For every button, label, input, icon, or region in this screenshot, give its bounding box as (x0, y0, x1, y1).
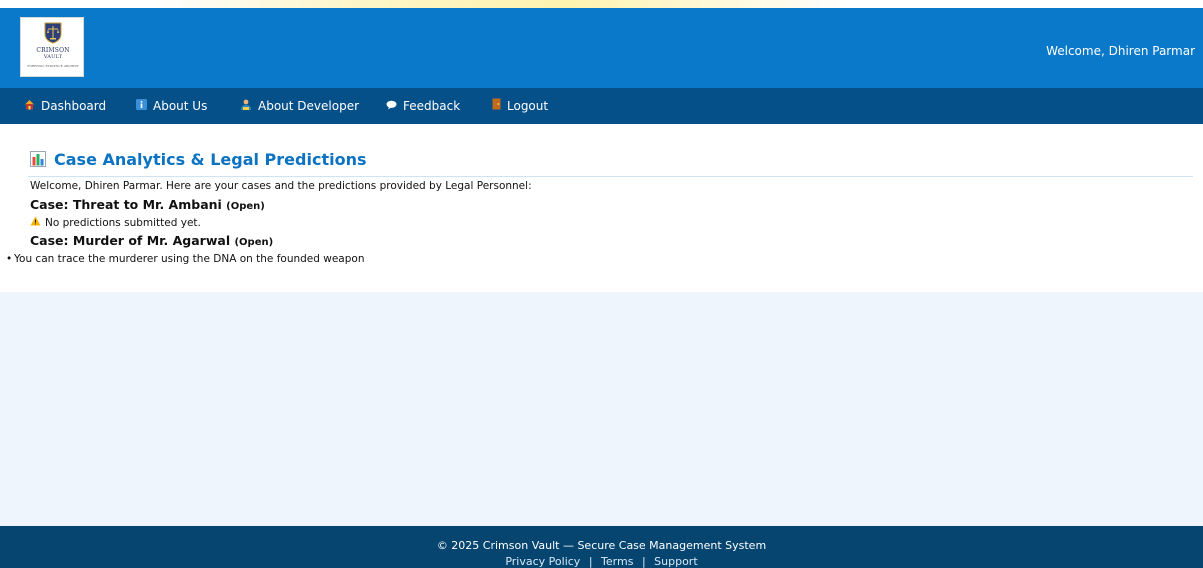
top-strip (0, 0, 1203, 8)
case-title: Case: Murder of Mr. Agarwal (Open) (30, 233, 273, 248)
header-welcome: Welcome, Dhiren Parmar (1046, 44, 1195, 58)
nav-label: Logout (507, 99, 549, 113)
developer-icon (240, 89, 252, 125)
nav-item-about-developer[interactable]: About Developer (240, 88, 359, 124)
nav-item-feedback[interactable]: Feedback (386, 88, 460, 124)
footer-separator: | (641, 555, 646, 568)
top-glow (150, 0, 850, 8)
nav-label: Feedback (403, 99, 461, 113)
nav-label: About Us (153, 99, 208, 113)
footer-links: Privacy Policy | Terms | Support (0, 555, 1203, 568)
terms-link[interactable]: Terms (601, 555, 633, 568)
warning-icon (30, 216, 41, 229)
title-divider (28, 176, 1193, 177)
case-status: (Open) (226, 201, 265, 212)
door-icon (492, 89, 501, 125)
speech-bubble-icon (386, 89, 397, 125)
main-nav: Dashboard About Us About Developer Feedb… (0, 88, 1203, 124)
support-link[interactable]: Support (654, 555, 697, 568)
nav-label: Dashboard (41, 99, 107, 113)
no-predictions-note: No predictions submitted yet. (30, 216, 201, 229)
case-status: (Open) (234, 237, 274, 248)
page-title-text: Case Analytics & Legal Predictions (54, 150, 367, 169)
crimson-vault-logo[interactable]: CRIMSON VAULT FORENSIC EVIDENCE ARCHIVE (20, 17, 84, 77)
no-predictions-text: No predictions submitted yet. (45, 217, 201, 229)
prediction-text: You can trace the murderer using the DNA… (14, 253, 365, 265)
nav-item-dashboard[interactable]: Dashboard (24, 88, 106, 124)
footer-copyright: © 2025 Crimson Vault — Secure Case Manag… (436, 539, 767, 552)
page-title: Case Analytics & Legal Predictions (30, 150, 366, 171)
footer-separator: | (588, 555, 593, 568)
case-title-text: Case: Threat to Mr. Ambani (30, 197, 222, 212)
privacy-policy-link[interactable]: Privacy Policy (505, 555, 580, 568)
logo-tagline: FORENSIC EVIDENCE ARCHIVE (27, 64, 79, 68)
nav-item-about-us[interactable]: About Us (136, 88, 207, 124)
nav-item-logout[interactable]: Logout (492, 88, 548, 124)
nav-label: About Developer (258, 99, 360, 113)
case-title: Case: Threat to Mr. Ambani (Open) (30, 197, 265, 212)
main-content: Case Analytics & Legal Predictions Welco… (0, 124, 1203, 292)
prediction-item: • You can trace the murderer using the DN… (6, 253, 364, 265)
case-title-text: Case: Murder of Mr. Agarwal (30, 233, 231, 248)
bullet: • (6, 253, 13, 265)
bar-chart-icon (30, 151, 46, 171)
logo-title: CRIMSON (36, 47, 70, 54)
site-footer: © 2025 Crimson Vault — Secure Case Manag… (0, 526, 1203, 568)
intro-text: Welcome, Dhiren Parmar. Here are your ca… (30, 180, 532, 192)
house-icon (24, 89, 35, 125)
logo-subtitle: VAULT (43, 54, 63, 60)
shield-scales-icon (44, 22, 62, 44)
info-icon (136, 89, 147, 125)
site-header: CRIMSON VAULT FORENSIC EVIDENCE ARCHIVE … (0, 8, 1203, 88)
